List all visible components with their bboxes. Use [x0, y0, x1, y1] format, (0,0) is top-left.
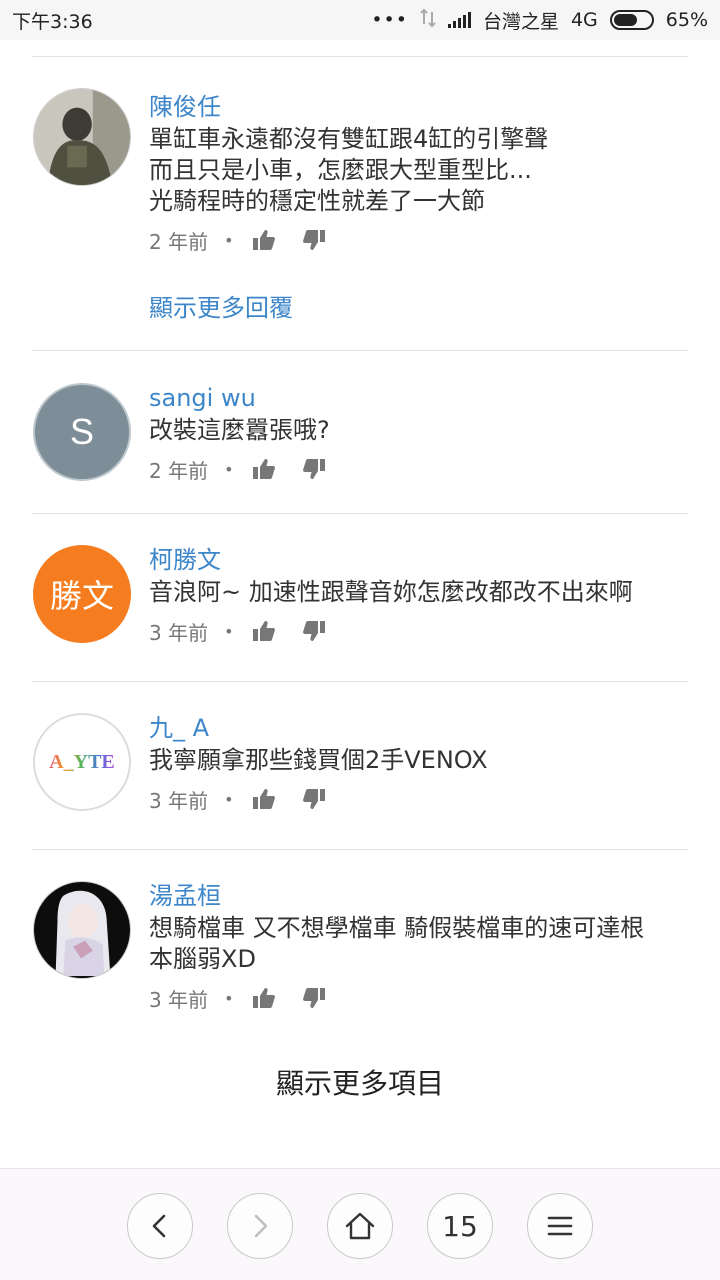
thumbs-up-icon — [252, 230, 275, 250]
separator-dot: • — [224, 988, 234, 1008]
comment-line: 光騎程時的穩定性就差了一大節 — [149, 187, 485, 215]
thumbs-down-icon — [302, 988, 325, 1008]
divider — [32, 681, 688, 682]
dislike-button[interactable] — [302, 987, 326, 1009]
comment-text: 改裝這麼囂張哦? — [149, 415, 690, 446]
comment-meta: 3 年前 • — [149, 618, 690, 645]
like-button[interactable] — [252, 788, 276, 810]
comment-author[interactable]: 柯勝文 — [149, 545, 690, 575]
separator-dot: • — [224, 621, 234, 641]
comment-text: 我寧願拿那些錢買個2手VENOX — [149, 745, 690, 776]
comment-meta: 2 年前 • — [149, 227, 690, 254]
thumbs-up-icon — [252, 789, 275, 809]
separator-dot: • — [224, 459, 234, 479]
comment-meta: 3 年前 • — [149, 786, 690, 813]
thumbs-up-icon — [252, 988, 275, 1008]
comment-author[interactable]: sangi wu — [149, 383, 690, 413]
divider — [32, 849, 688, 850]
network-type: 4G — [570, 9, 598, 31]
comment-line: 改裝這麼囂張哦? — [149, 416, 330, 444]
comment-time: 2 年前 — [149, 458, 209, 483]
menu-button[interactable] — [527, 1193, 593, 1259]
dislike-button[interactable] — [302, 620, 326, 642]
avatar-logo: A_YTE — [49, 750, 115, 773]
like-button[interactable] — [252, 987, 276, 1009]
divider — [32, 56, 688, 57]
comment-author[interactable]: 九_ A — [149, 713, 690, 743]
soldier-photo-icon — [34, 89, 130, 185]
status-bar: 下午3:36 ••• 台灣之星 4G 65% — [0, 0, 720, 40]
comment-line: 本腦弱XD — [149, 945, 256, 973]
avatar[interactable] — [33, 881, 131, 979]
back-button[interactable] — [127, 1193, 193, 1259]
browser-nav-bar: 15 — [0, 1168, 720, 1280]
avatar-letter: 勝文 — [49, 577, 114, 615]
comment-line: 我寧願拿那些錢買個2手VENOX — [149, 746, 488, 774]
comment-time: 3 年前 — [149, 620, 209, 645]
comment-time: 3 年前 — [149, 987, 209, 1012]
forward-button[interactable] — [227, 1193, 293, 1259]
status-time: 下午3:36 — [12, 10, 93, 33]
dislike-button[interactable] — [302, 458, 326, 480]
separator-dot: • — [224, 789, 234, 809]
menu-icon — [547, 1216, 573, 1236]
thumbs-up-icon — [252, 621, 275, 641]
comment-line: 而且只是小車，怎麼跟大型重型比... — [149, 156, 532, 184]
thumbs-up-icon — [252, 459, 275, 479]
home-button[interactable] — [327, 1193, 393, 1259]
comment-meta: 3 年前 • — [149, 985, 690, 1012]
data-transfer-icon — [420, 8, 436, 33]
show-more-items-button[interactable]: 顯示更多項目 — [0, 1062, 720, 1102]
tabs-button[interactable]: 15 — [427, 1193, 493, 1259]
like-button[interactable] — [252, 229, 276, 251]
comment-line: 想騎檔車 又不想學檔車 騎假裝檔車的速可達根 — [149, 914, 645, 942]
like-button[interactable] — [252, 620, 276, 642]
thumbs-down-icon — [302, 621, 325, 641]
comment-line: 單缸車永遠都沒有雙缸跟4缸的引擎聲 — [149, 125, 549, 153]
avatar-letter: S — [69, 411, 94, 452]
divider — [32, 513, 688, 514]
more-dots-icon: ••• — [371, 9, 408, 31]
forward-icon — [254, 1214, 268, 1238]
comment-text: 單缸車永遠都沒有雙缸跟4缸的引擎聲 而且只是小車，怎麼跟大型重型比... 光騎程… — [149, 124, 690, 217]
avatar[interactable]: S — [33, 383, 131, 481]
tab-count: 15 — [442, 1209, 478, 1243]
home-icon — [345, 1212, 375, 1240]
thumbs-down-icon — [302, 230, 325, 250]
signal-icon — [447, 12, 471, 28]
battery-icon — [609, 10, 654, 30]
battery-percent: 65% — [665, 9, 708, 31]
show-more-replies-link[interactable]: 顯示更多回覆 — [149, 288, 293, 323]
divider — [32, 350, 688, 351]
avatar[interactable]: 勝文 — [33, 545, 131, 643]
comment-text: 音浪阿~ 加速性跟聲音妳怎麼改都改不出來啊 — [149, 577, 690, 608]
anime-girl-photo-icon — [34, 882, 130, 978]
avatar[interactable]: A_YTE — [33, 713, 131, 811]
comment-time: 2 年前 — [149, 229, 209, 254]
like-button[interactable] — [252, 458, 276, 480]
back-icon — [152, 1214, 166, 1238]
comment-author[interactable]: 陳俊任 — [149, 92, 690, 122]
avatar[interactable] — [33, 88, 131, 186]
thumbs-down-icon — [302, 459, 325, 479]
thumbs-down-icon — [302, 789, 325, 809]
comment-text: 想騎檔車 又不想學檔車 騎假裝檔車的速可達根 本腦弱XD — [149, 913, 690, 975]
separator-dot: • — [224, 230, 234, 250]
dislike-button[interactable] — [302, 229, 326, 251]
carrier-name: 台灣之星 — [482, 10, 559, 33]
comment-time: 3 年前 — [149, 788, 209, 813]
dislike-button[interactable] — [302, 788, 326, 810]
comment-meta: 2 年前 • — [149, 456, 690, 483]
comment-author[interactable]: 湯孟桓 — [149, 881, 690, 911]
comment-line: 音浪阿~ 加速性跟聲音妳怎麼改都改不出來啊 — [149, 578, 633, 606]
